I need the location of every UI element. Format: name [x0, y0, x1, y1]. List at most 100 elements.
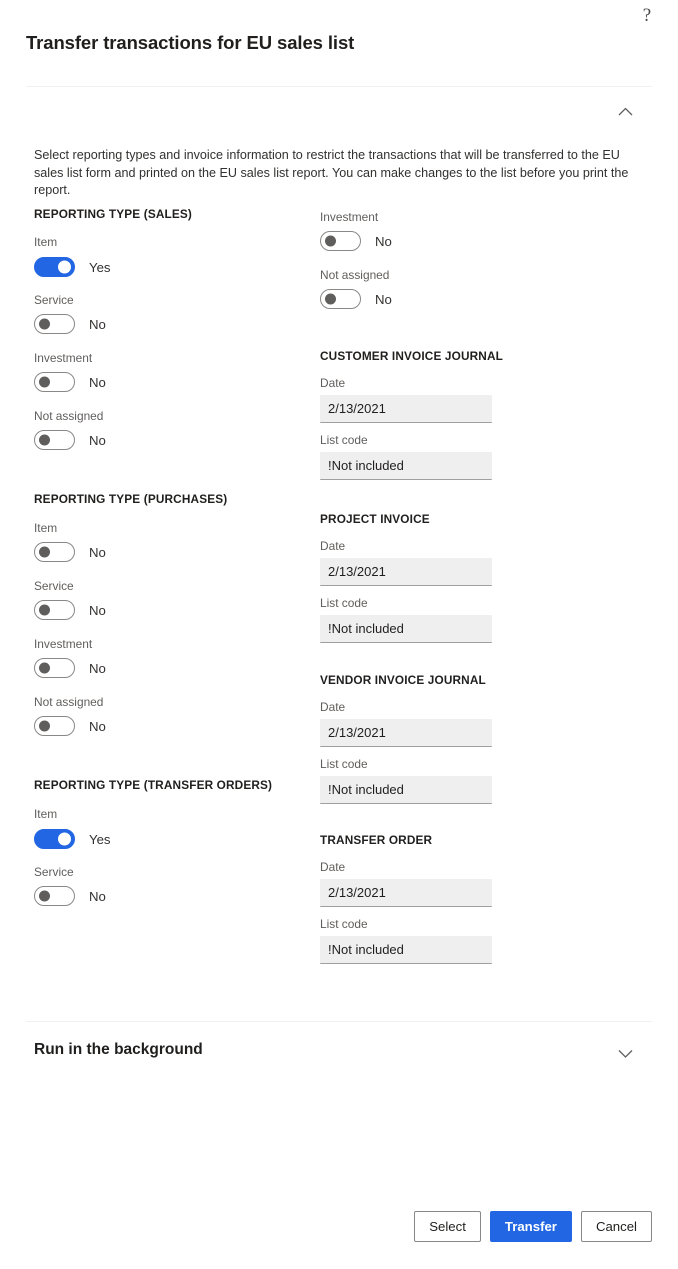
toggle-value: No: [375, 291, 392, 307]
field-label-date: Date: [320, 376, 346, 390]
customer-invoice-journal-list-code-input[interactable]: [320, 452, 492, 480]
field-label: Item: [34, 807, 58, 821]
dialog-footer: Select Transfer Cancel: [0, 1211, 652, 1242]
group-heading-vendor-invoice-journal: VENDOR INVOICE JOURNAL: [320, 673, 486, 687]
group-heading-sales: REPORTING TYPE (SALES): [34, 207, 192, 221]
toggle-knob: [58, 832, 71, 846]
right-column: Investment No Not assigned No CUSTOMER I…: [320, 207, 580, 964]
toggle-knob: [39, 662, 50, 674]
toggle-value: No: [89, 316, 106, 332]
transfer-button[interactable]: Transfer: [489, 1211, 572, 1242]
field-label: Item: [34, 521, 58, 535]
toggle-purchases-investment[interactable]: [34, 658, 75, 678]
left-column: REPORTING TYPE (SALES) Item Yes Service …: [34, 207, 304, 906]
field-label-date: Date: [320, 700, 346, 714]
toggle-purchases-not-assigned[interactable]: [34, 716, 75, 736]
group-reporting-type-purchases: REPORTING TYPE (PURCHASES) Item No Servi…: [34, 492, 304, 736]
field-purchases-investment: Investment No: [34, 637, 304, 678]
toggle-value: No: [89, 544, 106, 560]
field-transfer-orders-item: Item Yes: [34, 807, 304, 849]
field-label-list-code: List code: [320, 917, 368, 931]
toggle-knob: [39, 604, 50, 616]
project-invoice-list-code-input[interactable]: [320, 615, 492, 643]
field-label-list-code: List code: [320, 433, 368, 447]
field-sales-not-assigned: Not assigned No: [34, 409, 304, 450]
field-transfer-orders-service: Service No: [34, 865, 304, 906]
help-icon[interactable]: ?: [634, 2, 660, 28]
group-heading-purchases: REPORTING TYPE (PURCHASES): [34, 492, 228, 506]
toggle-knob: [325, 293, 336, 305]
toggle-knob: [39, 376, 50, 388]
toggle-sales-investment[interactable]: [34, 372, 75, 392]
cancel-button[interactable]: Cancel: [580, 1211, 652, 1242]
transfer-order-date-input[interactable]: [320, 879, 492, 907]
dialog-description: Select reporting types and invoice infor…: [34, 148, 629, 197]
field-label: Not assigned: [34, 695, 104, 709]
group-transfer-order: TRANSFER ORDER Date List code: [320, 833, 580, 964]
run-in-background-heading[interactable]: Run in the background: [34, 1041, 203, 1059]
customer-invoice-journal-date-input[interactable]: [320, 395, 492, 423]
toggle-knob: [325, 235, 336, 247]
run-in-background-divider: [26, 1021, 652, 1022]
toggle-knob: [39, 434, 50, 446]
toggle-sales-item[interactable]: [34, 257, 75, 277]
toggle-knob: [39, 890, 50, 902]
toggle-transfer-orders-item[interactable]: [34, 829, 75, 849]
toggle-value: Yes: [89, 259, 111, 275]
field-label-date: Date: [320, 539, 346, 553]
toggle-sales-service[interactable]: [34, 314, 75, 334]
toggle-value: Yes: [89, 831, 111, 847]
toggle-purchases-item[interactable]: [34, 542, 75, 562]
field-sales-item: Item Yes: [34, 235, 304, 277]
field-right-investment: Investment No: [320, 210, 580, 251]
group-vendor-invoice-journal: VENDOR INVOICE JOURNAL Date List code: [320, 673, 580, 804]
field-label: Service: [34, 865, 74, 879]
toggle-value: No: [89, 432, 106, 448]
field-label-list-code: List code: [320, 596, 368, 610]
field-label: Item: [34, 235, 58, 249]
field-purchases-service: Service No: [34, 579, 304, 620]
group-heading-transfer-orders: REPORTING TYPE (TRANSFER ORDERS): [34, 778, 273, 792]
dialog-transfer-transactions: ? Transfer transactions for EU sales lis…: [0, 0, 678, 1269]
chevron-up-icon[interactable]: [614, 100, 636, 122]
toggle-sales-not-assigned[interactable]: [34, 430, 75, 450]
group-heading-project-invoice: PROJECT INVOICE: [320, 512, 430, 526]
toggle-value: No: [89, 888, 106, 904]
toggle-value: No: [89, 660, 106, 676]
group-reporting-type-sales: REPORTING TYPE (SALES) Item Yes Service …: [34, 207, 304, 450]
project-invoice-date-input[interactable]: [320, 558, 492, 586]
field-label: Service: [34, 579, 74, 593]
toggle-right-investment[interactable]: [320, 231, 361, 251]
toggle-purchases-service[interactable]: [34, 600, 75, 620]
field-label: Investment: [34, 351, 93, 365]
select-button[interactable]: Select: [414, 1211, 481, 1242]
field-label: Investment: [320, 210, 379, 224]
group-heading-transfer-order: TRANSFER ORDER: [320, 833, 433, 847]
header-divider: [26, 86, 652, 87]
toggle-value: No: [375, 233, 392, 249]
field-label-list-code: List code: [320, 757, 368, 771]
field-sales-service: Service No: [34, 293, 304, 334]
toggle-value: No: [89, 718, 106, 734]
toggle-value: No: [89, 374, 106, 390]
toggle-knob: [39, 546, 50, 558]
vendor-invoice-journal-list-code-input[interactable]: [320, 776, 492, 804]
group-project-invoice: PROJECT INVOICE Date List code: [320, 512, 580, 643]
field-label: Not assigned: [320, 268, 390, 282]
dialog-title: Transfer transactions for EU sales list: [26, 32, 355, 53]
field-label-date: Date: [320, 860, 346, 874]
field-purchases-not-assigned: Not assigned No: [34, 695, 304, 736]
toggle-knob: [39, 318, 50, 330]
toggle-knob: [39, 720, 50, 732]
field-right-not-assigned: Not assigned No: [320, 268, 580, 309]
group-customer-invoice-journal: CUSTOMER INVOICE JOURNAL Date List code: [320, 349, 580, 480]
toggle-right-not-assigned[interactable]: [320, 289, 361, 309]
chevron-down-icon[interactable]: [614, 1042, 636, 1064]
vendor-invoice-journal-date-input[interactable]: [320, 719, 492, 747]
toggle-transfer-orders-service[interactable]: [34, 886, 75, 906]
toggle-knob: [58, 260, 71, 274]
transfer-order-list-code-input[interactable]: [320, 936, 492, 964]
toggle-value: No: [89, 602, 106, 618]
field-label: Service: [34, 293, 74, 307]
field-sales-investment: Investment No: [34, 351, 304, 392]
